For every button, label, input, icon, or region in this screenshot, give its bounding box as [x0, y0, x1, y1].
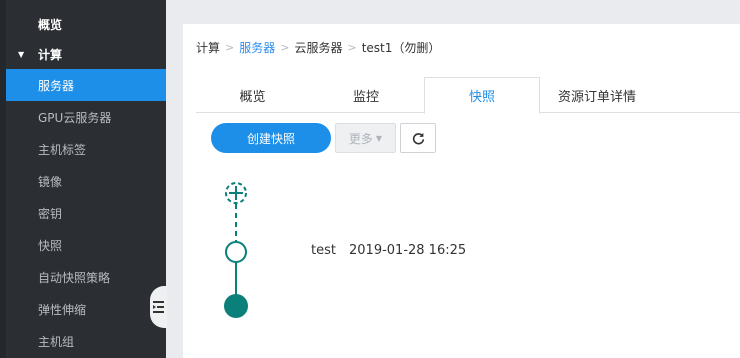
breadcrumb-separator: > [280, 41, 290, 54]
tab-label: 概览 [239, 89, 266, 105]
sidebar-item-label: 主机标签 [38, 142, 87, 157]
breadcrumb-separator: > [225, 41, 235, 54]
sidebar-item-host-tags[interactable]: 主机标签 [6, 133, 166, 165]
refresh-button[interactable] [400, 123, 436, 153]
tab-label: 监控 [352, 89, 379, 105]
snapshot-name[interactable]: test [311, 243, 336, 258]
button-label: 创建快照 [246, 131, 295, 146]
caret-down-icon: ▼ [18, 49, 25, 59]
sidebar-item-label: GPU云服务器 [38, 110, 112, 125]
sidebar-item-label: 主机组 [38, 334, 75, 349]
sidebar-item-label: 镜像 [38, 174, 63, 189]
tab-label: 快照 [468, 90, 495, 105]
sidebar-item-label: 概览 [38, 17, 63, 32]
sidebar-group-label: 计算 [38, 47, 63, 62]
sidebar-item-gpu-servers[interactable]: GPU云服务器 [6, 101, 166, 133]
sidebar-item-host-groups[interactable]: 主机组 [6, 325, 166, 357]
snapshot-time: 2019-01-28 16:25 [349, 243, 467, 258]
refresh-icon [412, 132, 424, 144]
sidebar-item-snapshots[interactable]: 快照 [6, 229, 166, 261]
sidebar-item-label: 弹性伸缩 [38, 302, 87, 317]
tab-overview[interactable]: 概览 [196, 77, 309, 113]
breadcrumb-item-current: test1（勿删） [361, 41, 441, 55]
snapshot-node-icon[interactable] [225, 241, 247, 263]
sidebar: 概览 ▼ 计算 服务器 GPU云服务器 主机标签 镜像 密钥 快照 自动快照策略… [0, 0, 166, 358]
button-label: 更多 [348, 131, 373, 146]
sidebar-item-auto-snapshot-policy[interactable]: 自动快照策略 [6, 261, 166, 293]
tab-resource-order-details[interactable]: 资源订单详情 [540, 77, 654, 113]
caret-down-icon: ▼ [375, 133, 383, 143]
tab-bar: 概览 监控 快照 资源订单详情 [196, 77, 740, 114]
sidebar-item-images[interactable]: 镜像 [6, 165, 166, 197]
add-snapshot-node-icon[interactable] [225, 182, 247, 204]
tab-monitoring[interactable]: 监控 [309, 77, 423, 113]
sidebar-collapse-button[interactable] [150, 286, 167, 328]
current-state-node-icon [224, 294, 248, 318]
sidebar-item-keys[interactable]: 密钥 [6, 197, 166, 229]
sidebar-item-auto-scaling[interactable]: 弹性伸缩 [6, 293, 166, 325]
tab-label: 资源订单详情 [557, 89, 636, 105]
sidebar-item-label: 自动快照策略 [38, 270, 111, 285]
breadcrumb-item-compute: 计算 [196, 41, 221, 55]
sidebar-group-compute[interactable]: ▼ 计算 [6, 39, 166, 69]
main-panel: 计算 > 服务器 > 云服务器 > test1（勿删） 概览 监控 快照 资源订… [183, 24, 740, 358]
breadcrumb-separator: > [347, 41, 357, 54]
collapse-menu-icon [152, 301, 164, 313]
sidebar-item-overview[interactable]: 概览 [6, 8, 166, 40]
sidebar-item-label: 快照 [38, 238, 63, 253]
more-dropdown-button[interactable]: 更多 ▼ [335, 123, 396, 153]
breadcrumb-item-cloud-servers: 云服务器 [294, 41, 343, 55]
sidebar-item-label: 服务器 [38, 78, 75, 93]
sidebar-item-label: 密钥 [38, 206, 63, 221]
create-snapshot-button[interactable]: 创建快照 [211, 123, 331, 153]
snapshot-timeline [224, 182, 248, 318]
breadcrumb: 计算 > 服务器 > 云服务器 > test1（勿删） [196, 39, 440, 56]
top-gap [166, 0, 740, 24]
sidebar-item-servers[interactable]: 服务器 [6, 69, 166, 101]
tab-snapshots[interactable]: 快照 [424, 77, 540, 114]
breadcrumb-item-servers[interactable]: 服务器 [239, 39, 275, 56]
